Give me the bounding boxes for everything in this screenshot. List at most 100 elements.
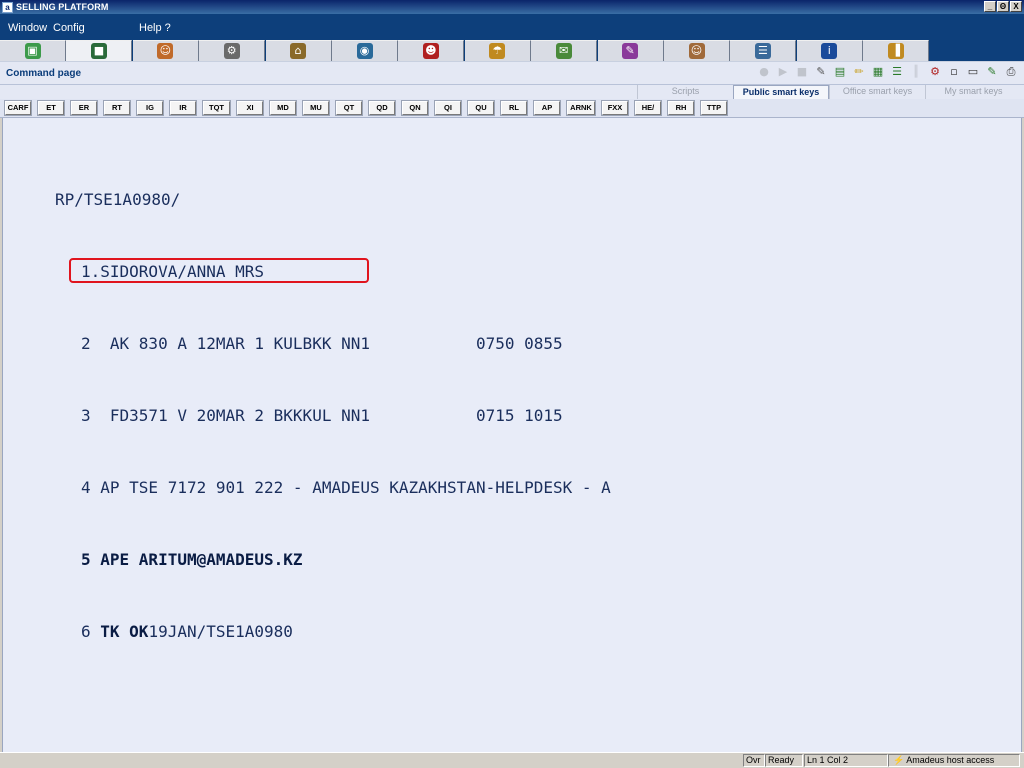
hotel-icon: ⌂ xyxy=(290,43,307,59)
paste-icon[interactable]: ▦ xyxy=(871,65,885,79)
module-tab[interactable]: ✎ xyxy=(597,40,664,61)
selling-platform-window: a SELLING PLATFORM _ Θ X Window Config H… xyxy=(0,0,1024,768)
smart-key-xi[interactable]: XI xyxy=(236,100,264,116)
smart-key-rt[interactable]: RT xyxy=(103,100,131,116)
bellboy-icon: ☻ xyxy=(422,43,439,59)
smart-key-tqt[interactable]: TQT xyxy=(202,100,231,116)
pnr-ticketing-number: 6 xyxy=(81,622,101,641)
module-tab[interactable]: ▣ xyxy=(0,40,66,61)
module-tab[interactable]: ◉ xyxy=(332,40,398,61)
smart-key-rh[interactable]: RH xyxy=(667,100,695,116)
command-toolbar: ● ▶ ■ ✎ ▤ ✏ ▦ ☰ ║ ⚙ ▫ ▭ ✎ ⎙ xyxy=(757,65,1018,79)
module-tab[interactable]: i xyxy=(796,40,863,61)
terminal-icon: ■ xyxy=(90,43,107,59)
module-tab[interactable]: ☰ xyxy=(730,40,797,61)
lightning-icon: ⚡ xyxy=(893,755,905,765)
tools-icon[interactable]: ⚙ xyxy=(928,65,942,79)
stats-icon: ▐ xyxy=(887,43,904,59)
status-host: ⚡ Amadeus host access xyxy=(888,754,1020,767)
smart-key-er[interactable]: ER xyxy=(70,100,98,116)
pnr-contact-line: 4 AP TSE 7172 901 222 - AMADEUS KAZAKHST… xyxy=(81,478,611,497)
minimize-button[interactable]: _ xyxy=(984,1,996,12)
files-icon: ☰ xyxy=(754,43,771,59)
pnr-segment-line: 3 FD3571 V 20MAR 2 BKKKUL NN1 0715 1015 xyxy=(81,406,563,425)
smart-key-he[interactable]: HE/ xyxy=(634,100,662,116)
smart-key-qn[interactable]: QN xyxy=(401,100,429,116)
menu-help[interactable]: Help ? xyxy=(139,22,171,34)
smart-keys-tabs: Scripts Public smart keys Office smart k… xyxy=(0,85,1024,99)
menu-bar: Window Config Help ? xyxy=(0,14,1024,40)
person-icon: ☺ xyxy=(157,43,174,59)
smart-key-ir[interactable]: IR xyxy=(169,100,197,116)
module-tab[interactable]: ⌂ xyxy=(265,40,332,61)
command-text-area[interactable]: RP/TSE1A0980/ 1.SIDOROVA/ANNA MRS 2 AK 8… xyxy=(2,118,1022,752)
pnr-ticketing-line: 6 TK OK19JAN/TSE1A0980 xyxy=(55,620,611,644)
smart-key-ttp[interactable]: TTP xyxy=(700,100,728,116)
cube-icon: ▣ xyxy=(24,43,41,59)
module-tab[interactable]: ■ xyxy=(66,40,133,61)
module-tab[interactable]: ▐ xyxy=(863,40,930,61)
pnr-ticketing-detail: 19JAN/TSE1A0980 xyxy=(148,622,293,641)
command-page-title: Command page xyxy=(6,68,82,79)
close-button[interactable]: X xyxy=(1010,1,1022,12)
module-tab[interactable]: ☂ xyxy=(464,40,531,61)
play-icon[interactable]: ▶ xyxy=(776,65,790,79)
module-tab[interactable]: ☻ xyxy=(398,40,465,61)
status-host-text: Amadeus host access xyxy=(906,755,995,765)
print-icon[interactable]: ✎ xyxy=(814,65,828,79)
car-icon: ◉ xyxy=(356,43,373,59)
smart-key-qd[interactable]: QD xyxy=(368,100,396,116)
pen-icon[interactable]: ✎ xyxy=(985,65,999,79)
restore-button[interactable]: Θ xyxy=(997,1,1009,12)
status-bar: Ovr Ready Ln 1 Col 2 ⚡ Amadeus host acce… xyxy=(0,752,1024,768)
pnr-email-element: APE ARITUM@AMADEUS.KZ xyxy=(100,550,303,569)
status-ready: Ready xyxy=(765,754,803,767)
umbrella-icon: ☂ xyxy=(489,43,506,59)
command-page-header: Command page ● ▶ ■ ✎ ▤ ✏ ▦ ☰ ║ ⚙ ▫ ▭ ✎ ⎙ xyxy=(0,61,1024,85)
record-icon[interactable]: ● xyxy=(757,65,771,79)
module-tab-bar: ▣ ■ ☺ ⚙ ⌂ ◉ ☻ ☂ ✉ ✎ ☺ ☰ i ▐ xyxy=(0,40,1024,61)
pnr-email-line: 5 APE ARITUM@AMADEUS.KZ xyxy=(55,548,611,572)
menu-config[interactable]: Config xyxy=(53,22,85,34)
copy-icon[interactable]: ▤ xyxy=(833,65,847,79)
ticket-icon: ✉ xyxy=(555,43,572,59)
module-tab[interactable]: ⚙ xyxy=(199,40,266,61)
pnr-email-number: 5 xyxy=(81,550,101,569)
columns-icon[interactable]: ║ xyxy=(909,65,923,79)
smart-key-fxx[interactable]: FXX xyxy=(601,100,629,116)
smart-key-ig[interactable]: IG xyxy=(136,100,164,116)
printer-icon[interactable]: ⎙ xyxy=(1004,65,1018,79)
module-tab[interactable]: ✉ xyxy=(531,40,598,61)
smart-key-arnk[interactable]: ARNK xyxy=(566,100,596,116)
tab-public-smart-keys[interactable]: Public smart keys xyxy=(733,85,829,99)
menu-window[interactable]: Window xyxy=(8,22,47,34)
smart-key-et[interactable]: ET xyxy=(37,100,65,116)
module-tab[interactable]: ☺ xyxy=(664,40,730,61)
status-cursor-position: Ln 1 Col 2 xyxy=(804,754,888,767)
tab-scripts[interactable]: Scripts xyxy=(637,85,733,99)
list-icon[interactable]: ☰ xyxy=(890,65,904,79)
status-overwrite: Ovr xyxy=(743,754,765,767)
paint-icon[interactable]: ✏ xyxy=(852,65,866,79)
tab-office-smart-keys[interactable]: Office smart keys xyxy=(829,85,925,99)
smart-key-carf[interactable]: CARF xyxy=(4,100,32,116)
window-icon[interactable]: ▭ xyxy=(966,65,980,79)
pnr-segment-line: 2 AK 830 A 12MAR 1 KULBKK NN1 0750 0855 xyxy=(81,334,563,353)
smart-key-rl[interactable]: RL xyxy=(500,100,528,116)
smart-keys-row: CARF ET ER RT IG IR TQT XI MD MU QT QD QN QI QU RL AP ARN… xyxy=(0,99,1024,118)
stop-icon[interactable]: ■ xyxy=(795,65,809,79)
highlight-annotation xyxy=(69,258,369,283)
pnr-ticketing-element: TK OK xyxy=(100,622,149,641)
smart-key-qi[interactable]: QI xyxy=(434,100,462,116)
gears-icon: ⚙ xyxy=(223,43,240,59)
clipboard-icon[interactable]: ▫ xyxy=(947,65,961,79)
smart-key-qt[interactable]: QT xyxy=(335,100,363,116)
smart-key-qu[interactable]: QU xyxy=(467,100,495,116)
smart-key-md[interactable]: MD xyxy=(269,100,297,116)
pnr-display: RP/TSE1A0980/ 1.SIDOROVA/ANNA MRS 2 AK 8… xyxy=(55,140,611,692)
title-bar: a SELLING PLATFORM _ Θ X xyxy=(0,0,1024,14)
smart-key-ap[interactable]: AP xyxy=(533,100,561,116)
tab-my-smart-keys[interactable]: My smart keys xyxy=(925,85,1021,99)
module-tab[interactable]: ☺ xyxy=(132,40,199,61)
smart-key-mu[interactable]: MU xyxy=(302,100,330,116)
